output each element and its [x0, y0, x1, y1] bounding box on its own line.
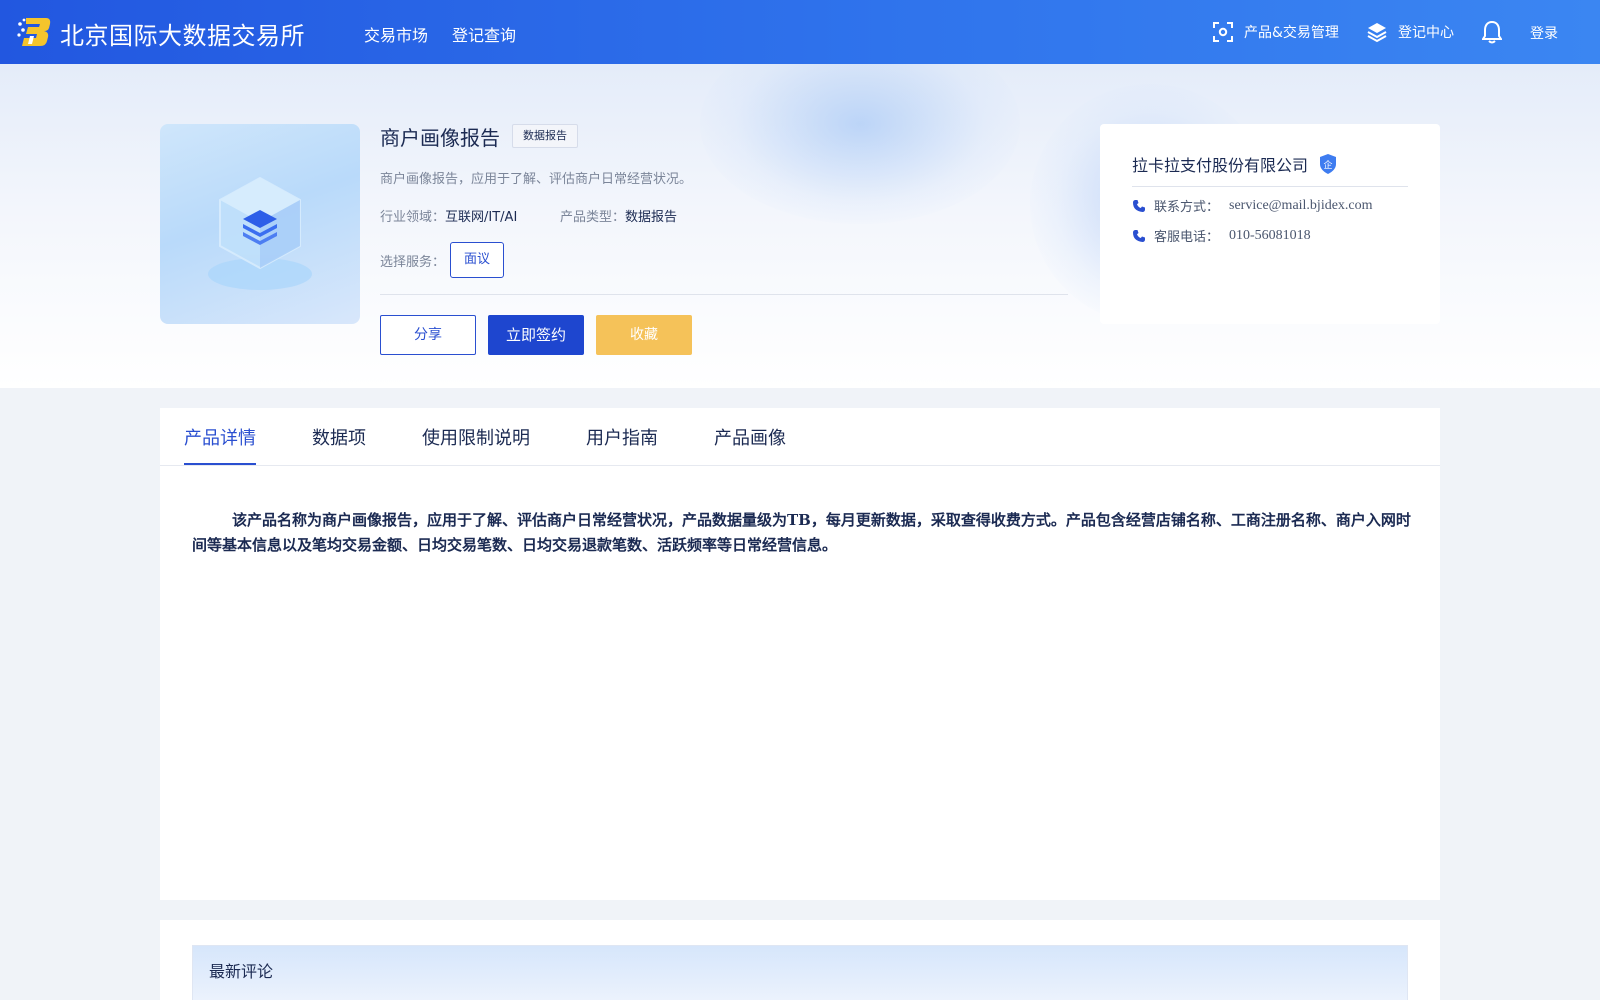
scan-frame-icon	[1213, 22, 1233, 42]
industry-value: 互联网/IT/AI	[445, 210, 518, 225]
tab-data-items[interactable]: 数据项	[312, 424, 366, 450]
product-detail-card: 产品详情 数据项 使用限制说明 用户指南 产品画像 该产品名称为商户画像报告，应…	[160, 408, 1440, 900]
product-type-tag: 数据报告	[512, 124, 578, 148]
product-trade-management-label: 产品&交易管理	[1244, 25, 1339, 41]
product-type-field: 产品类型：数据报告	[560, 206, 677, 225]
product-type-value: 数据报告	[625, 210, 678, 225]
company-card: 拉卡拉支付股份有限公司 企 联系方式： service@mail.bjidex.…	[1100, 124, 1440, 324]
company-name[interactable]: 拉卡拉支付股份有限公司	[1132, 152, 1308, 176]
svg-text:企: 企	[1324, 159, 1333, 171]
product-type-label: 产品类型：	[560, 210, 626, 225]
share-button[interactable]: 分享	[380, 315, 476, 355]
tab-usage-restrictions[interactable]: 使用限制说明	[422, 424, 530, 450]
service-option-negotiable[interactable]: 面议	[450, 242, 504, 278]
decorative-blob	[700, 64, 1020, 224]
product-detail-text: 该产品名称为商户画像报告，应用于了解、评估商户日常经营状况，产品数据量级为TB，…	[192, 511, 1411, 554]
comments-title: 最新评论	[209, 962, 274, 981]
company-name-row: 拉卡拉支付股份有限公司 企	[1132, 152, 1338, 176]
favorite-button[interactable]: 收藏	[596, 315, 692, 355]
contact-email-row: 联系方式： service@mail.bjidex.com	[1132, 196, 1373, 215]
product-title: 商户画像报告	[380, 126, 500, 150]
top-navbar: 北京国际大数据交易所 交易市场 登记查询 产品&交易管理 登记中心 登录	[0, 0, 1600, 64]
tab-product-detail[interactable]: 产品详情	[184, 424, 256, 450]
detail-tabs: 产品详情 数据项 使用限制说明 用户指南 产品画像	[160, 408, 1440, 466]
product-thumbnail	[160, 124, 360, 324]
data-cube-icon	[208, 176, 312, 290]
product-description: 商户画像报告，应用于了解、评估商户日常经营状况。	[380, 172, 693, 187]
phone-label: 客服电话：	[1154, 230, 1220, 245]
login-link[interactable]: 登录	[1530, 23, 1558, 43]
register-center-link[interactable]: 登记中心	[1366, 21, 1454, 43]
phone-icon	[1133, 229, 1145, 242]
divider	[1132, 186, 1408, 187]
bjidex-logo-icon[interactable]	[16, 14, 52, 48]
active-tab-indicator	[184, 463, 256, 465]
product-trade-management-link[interactable]: 产品&交易管理	[1212, 21, 1339, 43]
service-phone-row: 客服电话： 010-56081018	[1132, 226, 1311, 245]
phone-icon	[1133, 199, 1145, 212]
service-phone[interactable]: 010-56081018	[1229, 228, 1311, 244]
comments-header: 最新评论	[192, 945, 1408, 1000]
industry-label: 行业领域：	[380, 210, 446, 225]
bell-icon[interactable]	[1482, 20, 1502, 44]
divider	[380, 294, 1068, 295]
contact-email[interactable]: service@mail.bjidex.com	[1229, 198, 1373, 214]
register-center-label: 登记中心	[1398, 25, 1454, 41]
nav-register-query[interactable]: 登记查询	[452, 22, 516, 46]
contact-label: 联系方式：	[1154, 200, 1220, 215]
comments-card: 最新评论	[160, 920, 1440, 1000]
tab-user-guide[interactable]: 用户指南	[586, 424, 658, 450]
service-label: 选择服务：	[380, 255, 446, 270]
tab-product-profile[interactable]: 产品画像	[714, 424, 786, 450]
sign-now-button[interactable]: 立即签约	[488, 315, 584, 355]
brand-name[interactable]: 北京国际大数据交易所	[60, 16, 305, 51]
nav-trade-market[interactable]: 交易市场	[364, 22, 428, 46]
enterprise-verified-icon: 企	[1320, 154, 1337, 174]
industry-field: 行业领域：互联网/IT/AI	[380, 206, 517, 225]
layers-icon	[1367, 23, 1387, 43]
